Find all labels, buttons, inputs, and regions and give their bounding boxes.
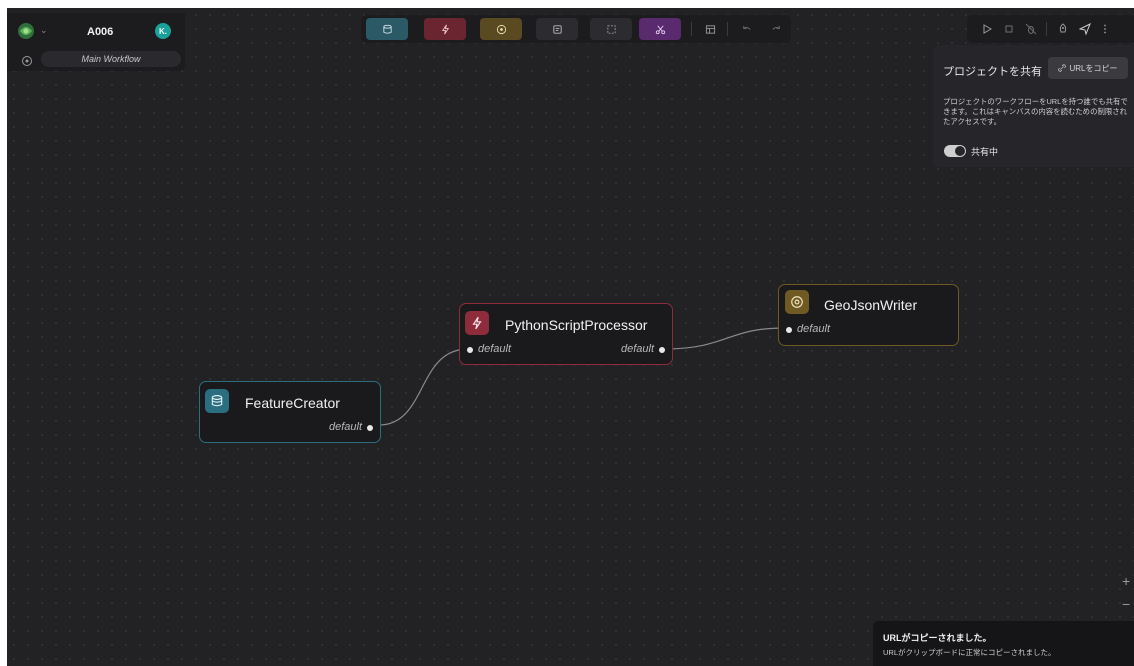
output-port-label: default: [620, 343, 654, 355]
workflow-actions: [967, 15, 1134, 43]
app-logo-icon[interactable]: [16, 21, 36, 41]
rocket-icon: [1059, 23, 1067, 33]
layout-icon: [705, 24, 715, 34]
share-panel: プロジェクトを共有 URLをコピー プロジェクトのワークフローをURLを持つ誰で…: [933, 45, 1134, 167]
node-title: FeatureCreator: [245, 395, 340, 411]
input-port-label: default: [478, 343, 512, 355]
share-description: プロジェクトのワークフローをURLを持つ誰でも共有できます。これはキャンバスの内…: [943, 97, 1128, 126]
node-geojsonwriter[interactable]: GeoJsonWriter default: [778, 284, 959, 346]
dashed-square-icon: [606, 24, 616, 34]
stop-icon: [1005, 25, 1013, 33]
stop-button[interactable]: [1001, 21, 1017, 37]
batch-tool-button[interactable]: [590, 18, 632, 40]
workflow-canvas[interactable]: ⌄ A006 K. Main Workflow プロジェクトを共有 URLをコピ…: [7, 8, 1134, 666]
lightning-icon: [441, 24, 449, 34]
disc-icon: [496, 24, 506, 34]
lightning-icon: [472, 316, 482, 330]
zoom-out-button[interactable]: −: [1122, 596, 1130, 612]
note-icon: [552, 24, 562, 34]
output-port[interactable]: [659, 347, 665, 353]
toolbar-divider: [727, 22, 728, 36]
subworkflow-tool-button[interactable]: [639, 18, 681, 40]
scissors-icon: [655, 25, 665, 34]
input-port-label: default: [797, 323, 831, 335]
zoom-in-button[interactable]: +: [1122, 573, 1130, 589]
layout-button[interactable]: [699, 18, 721, 40]
undo-button[interactable]: [735, 18, 757, 40]
more-vertical-icon: [1104, 24, 1106, 34]
project-name: A006: [87, 26, 114, 38]
redo-button[interactable]: [765, 18, 787, 40]
toast-message: URLがクリップボードに正常にコピーされました。: [883, 648, 1056, 657]
bug-off-icon: [1025, 23, 1037, 35]
copy-url-label: URLをコピー: [1069, 63, 1118, 73]
disc-icon: [791, 296, 803, 308]
run-button[interactable]: [979, 21, 995, 37]
writer-tool-button[interactable]: [480, 18, 522, 40]
node-icon-container: [465, 311, 489, 335]
database-icon: [211, 395, 223, 407]
database-icon: [382, 24, 392, 34]
node-title: PythonScriptProcessor: [505, 317, 648, 333]
input-port[interactable]: [786, 327, 792, 333]
node-featurecreator[interactable]: FeatureCreator default: [199, 381, 381, 443]
reader-tool-button[interactable]: [366, 18, 408, 40]
output-port[interactable]: [367, 425, 373, 431]
node-title: GeoJsonWriter: [824, 297, 918, 313]
note-tool-button[interactable]: [536, 18, 578, 40]
avatar[interactable]: K.: [155, 23, 171, 39]
toast-notification: URLがコピーされました。 URLがクリップボードに正常にコピーされました。: [873, 621, 1134, 666]
workflow-settings-icon[interactable]: [21, 55, 33, 67]
undo-icon: [742, 25, 750, 30]
link-icon: [1058, 64, 1067, 72]
actions-divider: [1046, 22, 1047, 36]
debug-button[interactable]: [1023, 21, 1039, 37]
toast-title: URLがコピーされました。: [883, 633, 992, 643]
copy-url-button[interactable]: URLをコピー: [1048, 57, 1128, 79]
play-icon: [983, 24, 993, 34]
chevron-down-icon[interactable]: ⌄: [40, 25, 48, 36]
node-icon-container: [205, 389, 229, 413]
redo-icon: [772, 25, 780, 30]
project-panel: ⌄ A006 K. Main Workflow: [7, 13, 185, 71]
workflow-tab[interactable]: Main Workflow: [41, 51, 181, 67]
edge-featurecreator-to-python[interactable]: [378, 348, 469, 426]
send-icon: [1079, 23, 1091, 35]
input-port[interactable]: [467, 347, 473, 353]
transformer-tool-button[interactable]: [424, 18, 466, 40]
node-pythonscriptprocessor[interactable]: PythonScriptProcessor default default: [459, 303, 673, 365]
output-port-label: default: [328, 421, 362, 433]
toolbar-divider: [691, 22, 692, 36]
share-title: プロジェクトを共有: [943, 66, 1042, 78]
share-button[interactable]: [1077, 21, 1093, 37]
edge-python-to-geojson[interactable]: [663, 327, 785, 350]
deploy-button[interactable]: [1055, 21, 1071, 37]
share-toggle-label: 共有中: [971, 147, 999, 157]
node-icon-container: [785, 290, 809, 314]
more-button[interactable]: [1097, 21, 1113, 37]
top-toolbar: [361, 15, 791, 43]
share-toggle[interactable]: [944, 145, 966, 157]
